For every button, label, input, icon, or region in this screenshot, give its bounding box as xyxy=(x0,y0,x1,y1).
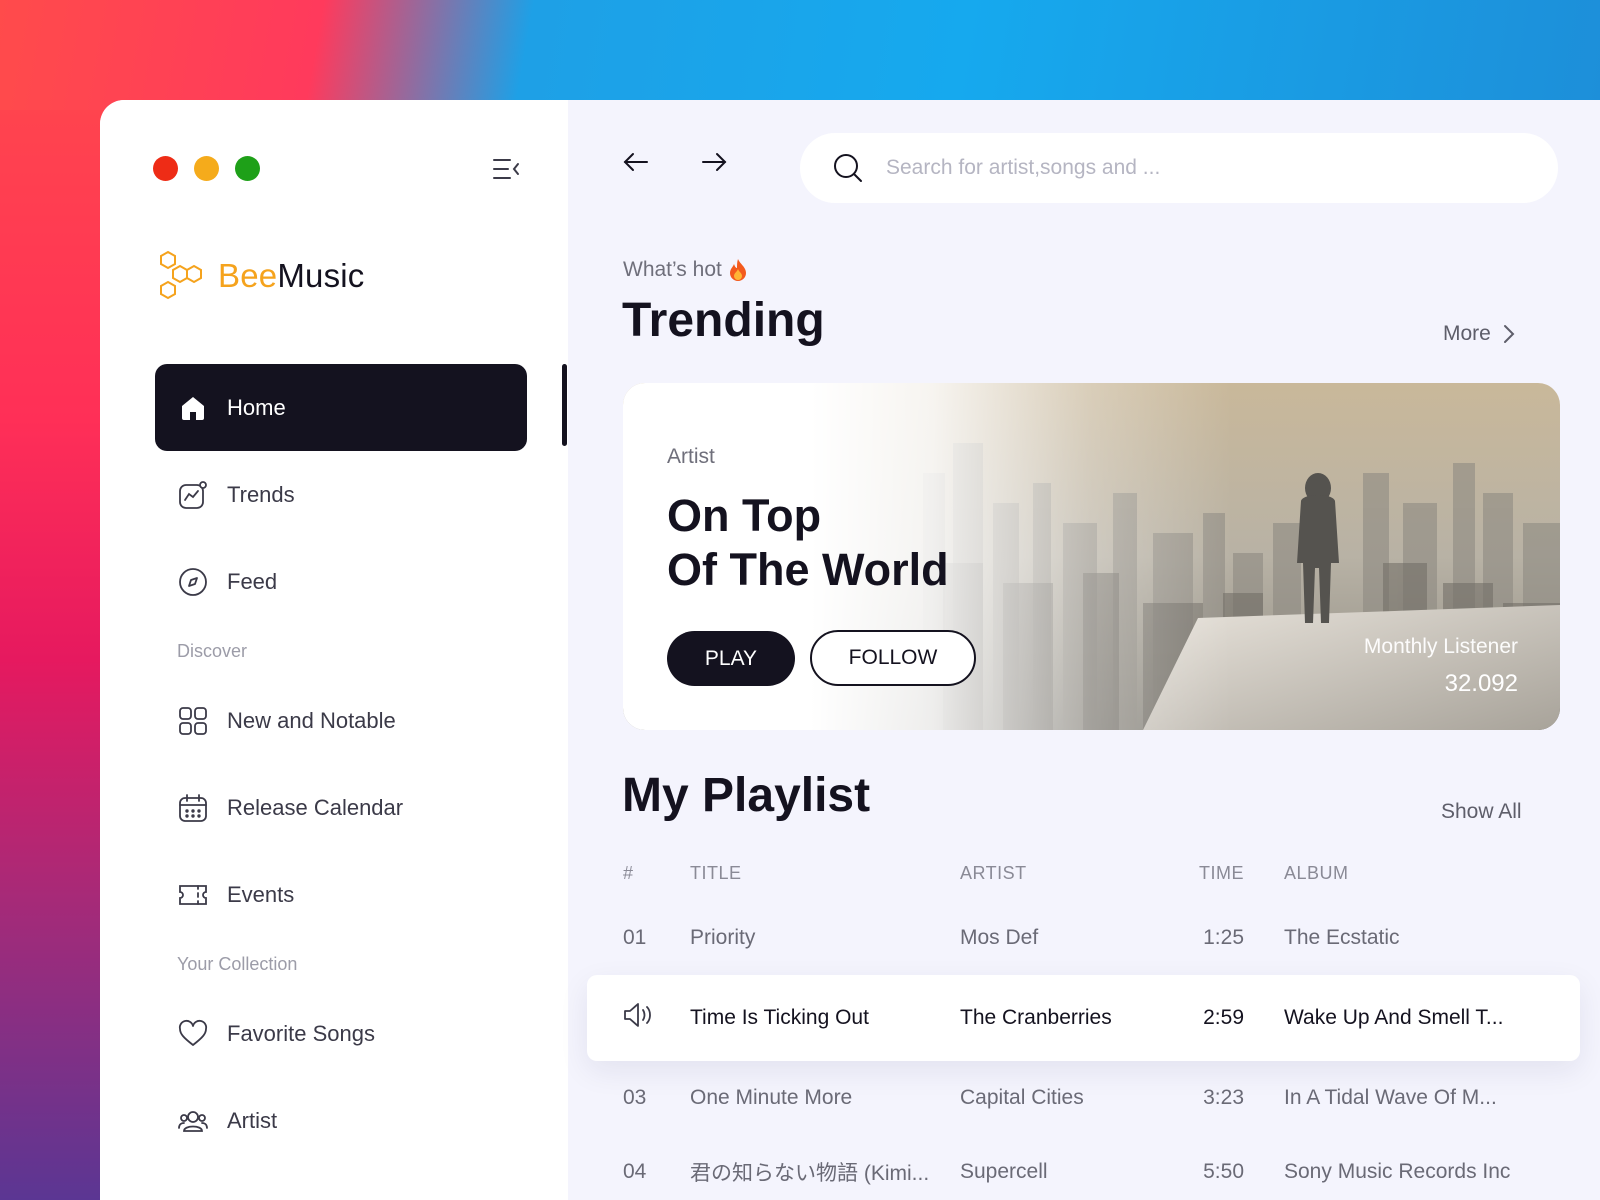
chevron-right-icon xyxy=(1503,325,1515,343)
track-artist: Supercell xyxy=(960,1160,1048,1183)
track-number: 04 xyxy=(623,1160,647,1183)
column-header-title: TITLE xyxy=(690,862,742,883)
hero-label: Artist xyxy=(667,445,715,468)
track-title: 君の知らない物語 (Kimi... xyxy=(690,1162,930,1185)
column-header-num: # xyxy=(623,862,634,883)
discover-heading: Discover xyxy=(177,640,248,661)
sidebar-item-trends[interactable]: Trends xyxy=(155,451,527,538)
table-header: # TITLE ARTIST TIME ALBUM xyxy=(587,845,1580,901)
brand-name-second: Music xyxy=(277,257,365,294)
track-time: 3:23 xyxy=(1203,1086,1244,1109)
hexagon-logo-icon xyxy=(160,250,202,300)
table-row[interactable]: 04 君の知らない物語 (Kimi... Supercell 5:50 Sony… xyxy=(587,1135,1580,1200)
sidebar-item-label: Home xyxy=(227,394,286,420)
track-number: 03 xyxy=(623,1086,647,1109)
table-row[interactable]: 03 One Minute More Capital Cities 3:23 I… xyxy=(587,1061,1580,1135)
whats-hot-text: What’s hot xyxy=(623,258,722,281)
history-nav xyxy=(622,148,728,176)
table-row[interactable]: 01 Priority Mos Def 1:25 The Ecstatic xyxy=(587,901,1580,975)
column-header-album: ALBUM xyxy=(1284,862,1349,883)
forward-arrow-icon[interactable] xyxy=(700,148,728,176)
playlist-table: # TITLE ARTIST TIME ALBUM 01 Priority Mo… xyxy=(587,845,1580,1200)
heart-icon xyxy=(177,1018,209,1050)
whats-hot-label: What’s hot xyxy=(623,258,748,282)
track-title: One Minute More xyxy=(690,1086,853,1109)
collection-heading: Your Collection xyxy=(177,953,298,974)
monthly-listener-label: Monthly Listener xyxy=(1363,635,1518,658)
table-row-playing[interactable]: Time Is Ticking Out The Cranberries 2:59… xyxy=(587,975,1580,1061)
search-input[interactable] xyxy=(886,156,1486,180)
track-artist: Mos Def xyxy=(960,926,1039,949)
more-label: More xyxy=(1443,322,1491,345)
sidebar-item-events[interactable]: Events xyxy=(155,851,527,938)
monthly-listener-value: 32.092 xyxy=(1444,670,1518,697)
search-bar[interactable] xyxy=(800,133,1558,203)
grid-icon xyxy=(177,705,209,737)
calendar-icon xyxy=(177,792,209,824)
track-artist: The Cranberries xyxy=(960,1006,1112,1029)
sidebar-item-feed[interactable]: Feed xyxy=(155,538,527,625)
sidebar-item-home[interactable]: Home xyxy=(155,364,527,451)
track-album: In A Tidal Wave Of M... xyxy=(1284,1086,1497,1109)
home-icon xyxy=(177,392,209,424)
playlist-title: My Playlist xyxy=(622,769,871,822)
collapse-menu-icon[interactable] xyxy=(492,156,520,182)
trending-title: Trending xyxy=(622,294,825,347)
track-album: Wake Up And Smell T... xyxy=(1284,1006,1504,1029)
column-header-time: TIME xyxy=(1199,862,1244,883)
sidebar-item-label: Trends xyxy=(227,481,295,507)
hero-title: On Top Of The World xyxy=(667,489,949,597)
desktop-wallpaper-left xyxy=(0,0,110,1200)
hero-title-line-2: Of The World xyxy=(667,544,949,595)
track-title: Time Is Ticking Out xyxy=(690,1006,869,1029)
sidebar-item-label: Artist xyxy=(227,1107,278,1133)
track-artist: Capital Cities xyxy=(960,1086,1084,1109)
fire-icon xyxy=(729,259,746,281)
sidebar-item-favorite-songs[interactable]: Favorite Songs xyxy=(155,990,527,1077)
brand-logo[interactable]: BeeMusic xyxy=(156,250,365,302)
sidebar-item-label: New and Notable xyxy=(227,707,396,733)
users-icon xyxy=(177,1105,209,1137)
brand-name-first: Bee xyxy=(218,257,278,294)
brand-name: BeeMusic xyxy=(218,257,365,295)
column-header-artist: ARTIST xyxy=(960,862,1027,883)
sidebar-item-label: Events xyxy=(227,881,295,907)
more-link[interactable]: More xyxy=(1443,322,1515,346)
track-number: 01 xyxy=(623,926,647,949)
track-time: 1:25 xyxy=(1203,926,1244,949)
sidebar-item-label: Feed xyxy=(227,568,278,594)
window-controls xyxy=(153,156,260,181)
track-album: The Ecstatic xyxy=(1284,926,1400,949)
hero-title-line-1: On Top xyxy=(667,490,822,541)
app-window: BeeMusic Home Trends Feed Discover New a… xyxy=(100,100,1600,1200)
search-icon xyxy=(834,154,862,182)
main-content: What’s hot Trending More xyxy=(568,100,1600,1200)
ticket-icon xyxy=(177,879,209,911)
back-arrow-icon[interactable] xyxy=(622,148,650,176)
show-all-link[interactable]: Show All xyxy=(1441,800,1522,824)
sidebar-item-release-calendar[interactable]: Release Calendar xyxy=(155,764,527,851)
active-indicator xyxy=(562,364,567,446)
track-title: Priority xyxy=(690,926,756,949)
sidebar-item-new-and-notable[interactable]: New and Notable xyxy=(155,677,527,764)
play-button[interactable]: PLAY xyxy=(667,631,795,686)
track-time: 2:59 xyxy=(1203,1006,1244,1029)
sidebar-item-label: Release Calendar xyxy=(227,794,404,820)
speaker-icon xyxy=(587,1001,690,1035)
desktop-wallpaper-top xyxy=(0,0,1600,110)
maximize-window-button[interactable] xyxy=(235,156,260,181)
sidebar-nav: Home Trends Feed Discover New and Notabl… xyxy=(155,364,527,1164)
track-album: Sony Music Records Inc xyxy=(1284,1160,1511,1183)
compass-icon xyxy=(177,566,209,598)
sidebar-item-label: Favorite Songs xyxy=(227,1020,375,1046)
follow-button[interactable]: FOLLOW xyxy=(810,630,976,686)
trending-hero-card[interactable]: Artist On Top Of The World PLAY FOLLOW M… xyxy=(623,383,1560,730)
minimize-window-button[interactable] xyxy=(194,156,219,181)
trends-icon xyxy=(177,479,209,511)
close-window-button[interactable] xyxy=(153,156,178,181)
track-time: 5:50 xyxy=(1203,1160,1244,1183)
sidebar: BeeMusic Home Trends Feed Discover New a… xyxy=(100,100,568,1200)
sidebar-item-artist[interactable]: Artist xyxy=(155,1077,527,1164)
